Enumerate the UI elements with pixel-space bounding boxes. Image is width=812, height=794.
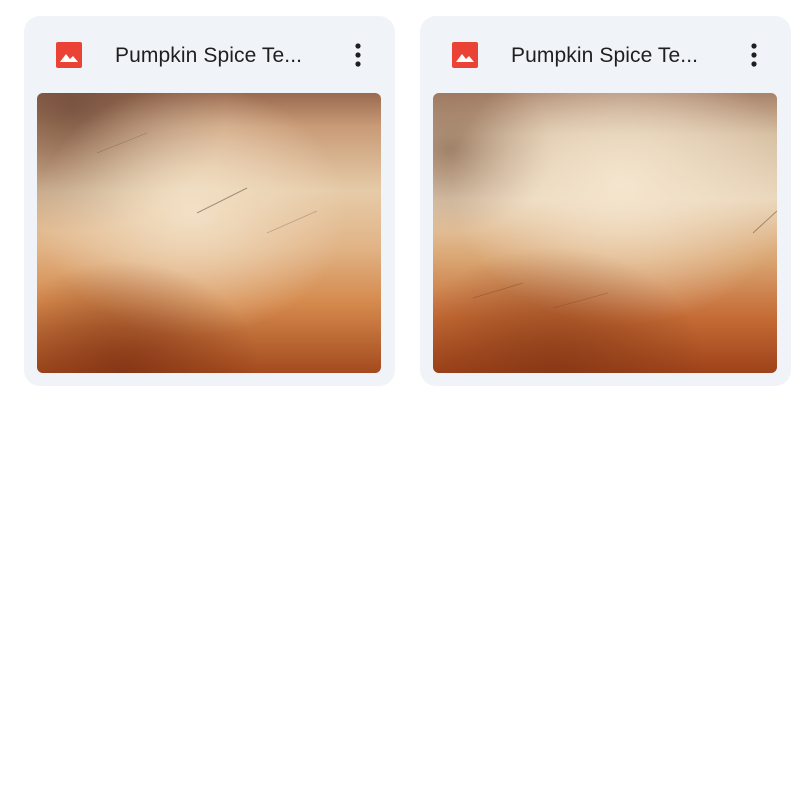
more-options-button[interactable] (737, 38, 771, 72)
file-card[interactable]: Pumpkin Spice Te... (24, 16, 395, 386)
texture-image (433, 93, 777, 373)
image-file-icon (452, 42, 478, 68)
file-grid: Pumpkin Spice Te... Pumpkin Spice Te... (24, 16, 791, 386)
image-file-icon (56, 42, 82, 68)
texture-image (37, 93, 381, 373)
file-card-header: Pumpkin Spice Te... (24, 16, 395, 93)
file-thumbnail[interactable] (433, 93, 777, 373)
file-card[interactable]: Pumpkin Spice Te... (420, 16, 791, 386)
more-vert-icon (355, 43, 361, 67)
more-vert-icon (751, 43, 757, 67)
file-thumbnail[interactable] (37, 93, 381, 373)
file-card-header: Pumpkin Spice Te... (420, 16, 791, 93)
file-name: Pumpkin Spice Te... (511, 44, 699, 67)
more-options-button[interactable] (341, 38, 375, 72)
file-name: Pumpkin Spice Te... (115, 44, 303, 67)
